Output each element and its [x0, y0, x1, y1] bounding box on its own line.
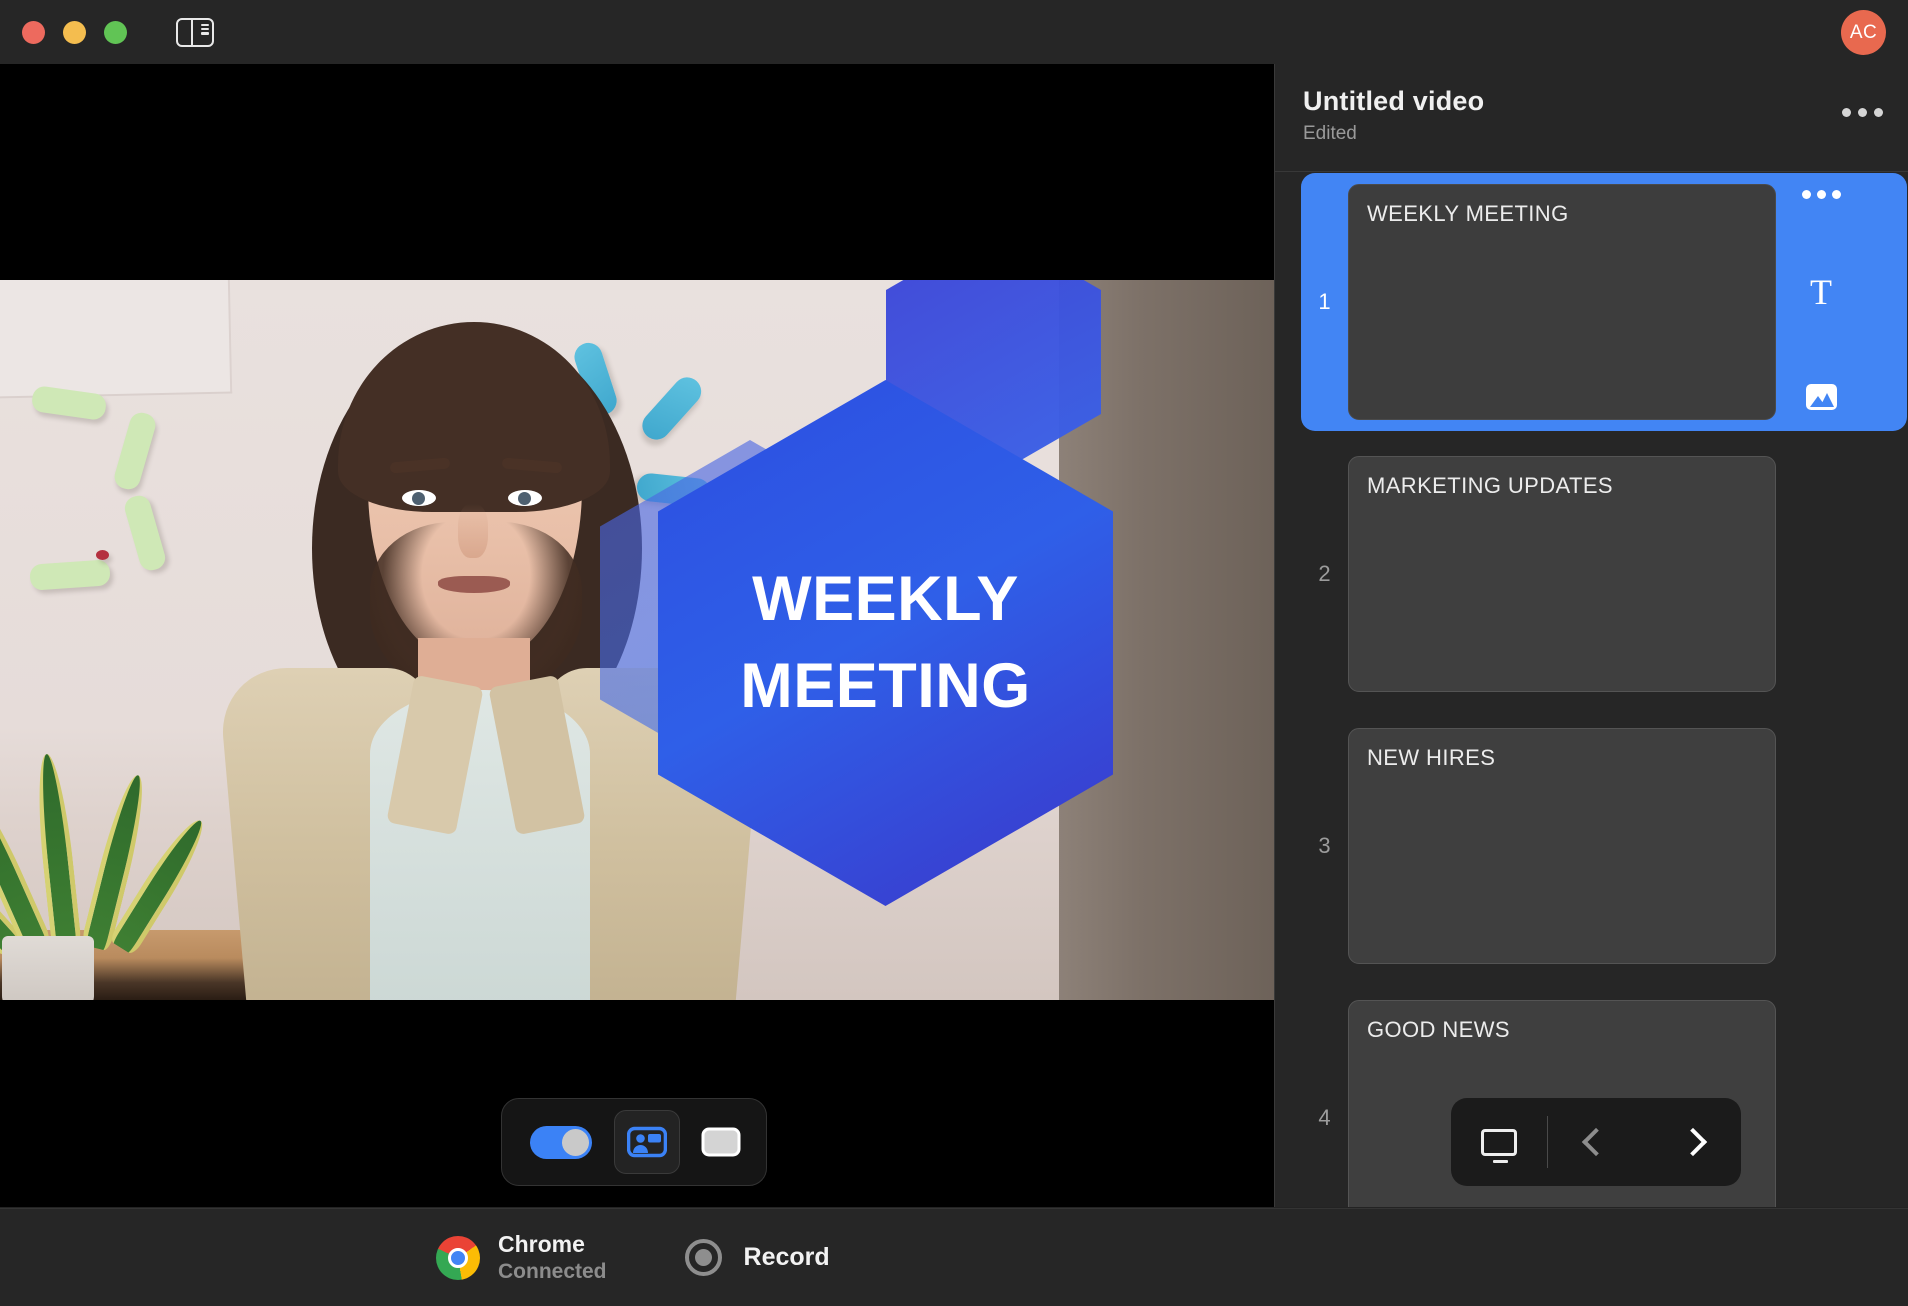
slide-more-options-button[interactable] — [1802, 190, 1841, 199]
screen-only-icon — [701, 1127, 741, 1157]
slide-tools — [1776, 728, 1866, 964]
slide-number: 1 — [1301, 289, 1348, 315]
zoom-window-button[interactable] — [104, 21, 127, 44]
panel-more-options-button[interactable] — [1842, 108, 1883, 117]
layout-screen-only-button[interactable] — [688, 1110, 754, 1174]
layout-person-and-screen-button[interactable] — [614, 1110, 680, 1174]
sidebar-toggle-button[interactable] — [175, 16, 215, 48]
slide-item-2[interactable]: 2 MARKETING UPDATES — [1301, 445, 1907, 703]
more-options-icon — [1842, 108, 1851, 117]
sidebar-panel-icon — [176, 18, 214, 47]
scene-plant — [0, 706, 210, 1000]
close-window-button[interactable] — [22, 21, 45, 44]
window-controls — [22, 21, 127, 44]
slide-tools — [1776, 1000, 1866, 1207]
title-bar: AC — [0, 0, 1908, 64]
scene-plant-pot — [2, 936, 94, 1000]
scene-wall-panel — [0, 280, 232, 398]
record-circle-icon — [685, 1239, 722, 1276]
chevron-right-icon — [1679, 1128, 1707, 1156]
chevron-left-icon — [1582, 1128, 1610, 1156]
slides-panel: Untitled video Edited 1 WEEKLY MEETING T — [1274, 64, 1908, 1207]
next-slide-button[interactable] — [1645, 1132, 1742, 1152]
camera-toggle[interactable] — [530, 1126, 592, 1159]
slide-label: WEEKLY MEETING — [1367, 201, 1775, 227]
slide-number: 2 — [1301, 561, 1348, 587]
video-stage[interactable]: WEEKLY MEETING — [0, 64, 1274, 1207]
person-screen-icon — [627, 1126, 667, 1158]
source-status-group[interactable]: Chrome Connected — [436, 1231, 607, 1284]
record-label: Record — [744, 1243, 830, 1272]
overlay-title-line-1: WEEKLY — [752, 556, 1019, 643]
presenter-nav-toolbar[interactable] — [1451, 1098, 1741, 1186]
text-tool-icon: T — [1810, 272, 1832, 312]
panel-header: Untitled video Edited — [1275, 64, 1908, 172]
scene-wall-decoration — [0, 390, 180, 598]
previous-slide-button[interactable] — [1548, 1132, 1645, 1152]
status-bar: Chrome Connected Record — [0, 1208, 1908, 1306]
source-name: Chrome — [498, 1231, 607, 1258]
slide-thumbnail[interactable]: MARKETING UPDATES — [1348, 456, 1776, 692]
slide-tools — [1776, 456, 1866, 692]
sidebar-panel-icon-lines — [201, 24, 209, 35]
add-text-button[interactable]: T — [1810, 274, 1832, 310]
slide-number: 4 — [1301, 1105, 1348, 1131]
source-status: Connected — [498, 1260, 607, 1284]
source-text: Chrome Connected — [498, 1231, 607, 1284]
slide-number: 3 — [1301, 833, 1348, 859]
panel-subtitle: Edited — [1303, 123, 1908, 145]
page-title: Untitled video — [1303, 86, 1908, 117]
slide-label: MARKETING UPDATES — [1367, 473, 1775, 499]
add-image-button[interactable] — [1806, 384, 1837, 410]
overlay-title-line-2: MEETING — [740, 643, 1031, 730]
slide-item-3[interactable]: 3 NEW HIRES — [1301, 717, 1907, 975]
slide-thumbnail[interactable]: NEW HIRES — [1348, 728, 1776, 964]
minimize-window-button[interactable] — [63, 21, 86, 44]
avatar[interactable]: AC — [1841, 10, 1886, 55]
app-window: AC — [0, 0, 1908, 1306]
slide-item-1[interactable]: 1 WEEKLY MEETING T — [1301, 173, 1907, 431]
record-button[interactable]: Record — [685, 1239, 830, 1276]
chrome-logo-icon — [436, 1236, 480, 1280]
present-screen-button[interactable] — [1451, 1129, 1547, 1156]
video-preview: WEEKLY MEETING — [0, 280, 1274, 1000]
slide-label: GOOD NEWS — [1367, 1017, 1775, 1043]
camera-layout-toolbar[interactable] — [501, 1098, 767, 1186]
present-screen-icon — [1481, 1129, 1517, 1156]
slides-list[interactable]: 1 WEEKLY MEETING T 2 MARK — [1275, 173, 1908, 1207]
slide-tools[interactable]: T — [1776, 184, 1866, 420]
slide-thumbnail[interactable]: WEEKLY MEETING — [1348, 184, 1776, 420]
avatar-initials: AC — [1850, 22, 1877, 44]
slide-label: NEW HIRES — [1367, 745, 1775, 771]
more-options-icon — [1802, 190, 1811, 199]
